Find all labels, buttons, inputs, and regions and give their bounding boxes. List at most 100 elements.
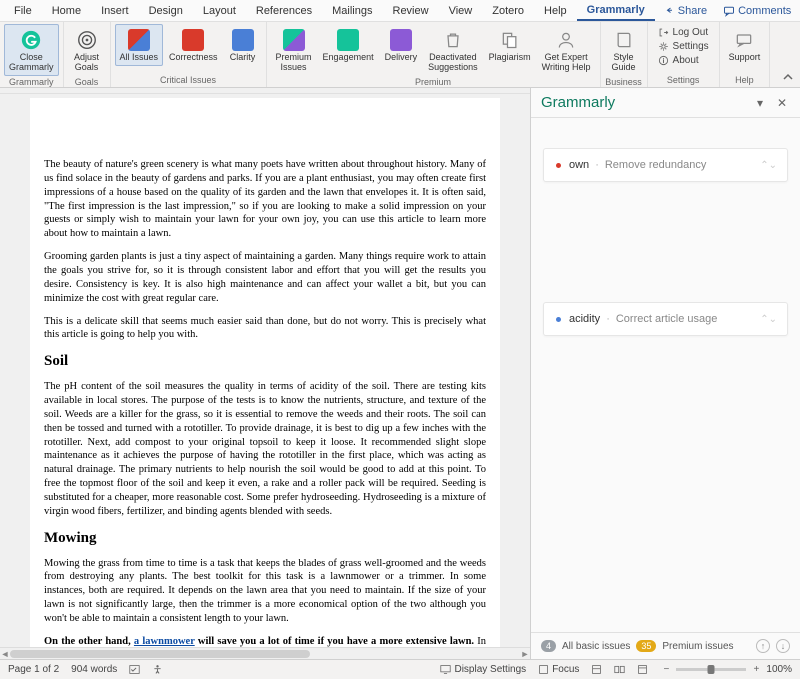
group-label: Grammarly [4, 76, 59, 89]
zoom-out-button[interactable]: − [660, 664, 672, 675]
paragraph[interactable]: The pH content of the soil measures the … [44, 380, 486, 519]
pane-close-button[interactable]: ✕ [774, 95, 790, 111]
chevron-up-icon [782, 71, 794, 83]
premium-icon [282, 28, 306, 52]
engagement-button[interactable]: Engagement [318, 24, 379, 66]
ribbon-collapse-button[interactable] [776, 22, 800, 87]
style-guide-button[interactable]: Style Guide [605, 24, 643, 76]
heading-mowing[interactable]: Mowing [44, 529, 486, 549]
tab-home[interactable]: Home [42, 2, 91, 20]
paragraph[interactable]: Grooming garden plants is just a tiny as… [44, 250, 486, 305]
scroll-right-icon[interactable]: ► [520, 649, 530, 659]
paragraph[interactable]: The beauty of nature's green scenery is … [44, 158, 486, 241]
scroll-thumb[interactable] [10, 650, 310, 658]
adjust-goals-button[interactable]: Adjust Goals [68, 24, 106, 76]
grammarly-logo-icon [19, 28, 43, 52]
read-mode-icon [614, 664, 625, 675]
comments-button[interactable]: Comments [715, 2, 799, 20]
pane-title: Grammarly [541, 94, 615, 111]
page-surface[interactable]: The beauty of nature's green scenery is … [0, 94, 530, 647]
premium-issues-label[interactable]: Premium issues [662, 641, 733, 652]
clarity-icon [231, 28, 255, 52]
issue-dot-icon [556, 317, 561, 322]
group-label: Premium [271, 76, 596, 89]
tab-mailings[interactable]: Mailings [322, 2, 382, 20]
view-print-button[interactable] [591, 664, 602, 675]
tab-view[interactable]: View [439, 2, 483, 20]
print-layout-icon [591, 664, 602, 675]
group-label: Critical Issues [115, 74, 262, 87]
display-settings-button[interactable]: Display Settings [440, 664, 526, 675]
about-button[interactable]: About [656, 54, 711, 67]
tab-insert[interactable]: Insert [91, 2, 139, 20]
document-page[interactable]: The beauty of nature's green scenery is … [30, 98, 500, 647]
view-read-button[interactable] [614, 664, 625, 675]
pane-options-button[interactable]: ▾ [752, 95, 768, 111]
heading-soil[interactable]: Soil [44, 352, 486, 372]
zoom-value[interactable]: 100% [766, 664, 792, 675]
share-icon [663, 5, 675, 17]
plagiarism-button[interactable]: Plagiarism [484, 24, 536, 66]
basic-count-badge: 4 [541, 640, 556, 652]
lawnmower-link[interactable]: a lawnmower [134, 636, 195, 647]
support-icon [732, 28, 756, 52]
tab-design[interactable]: Design [139, 2, 193, 20]
logout-button[interactable]: Log Out [656, 26, 711, 39]
paragraph[interactable]: Mowing the grass from time to time is a … [44, 557, 486, 626]
delivery-button[interactable]: Delivery [380, 24, 423, 66]
all-issues-button[interactable]: All Issues [115, 24, 164, 66]
zoom-slider[interactable] [676, 668, 746, 671]
issue-desc: Remove redundancy [605, 159, 707, 171]
chevron-icon: ⌃⌄ [760, 160, 777, 171]
tab-file[interactable]: File [4, 2, 42, 20]
plagiarism-icon [498, 28, 522, 52]
tab-grammarly[interactable]: Grammarly [577, 1, 655, 21]
zoom-control[interactable]: − + 100% [660, 664, 792, 675]
issue-card-acidity[interactable]: acidity · Correct article usage ⌃⌄ [543, 302, 788, 336]
tab-layout[interactable]: Layout [193, 2, 246, 20]
accessibility-status[interactable] [152, 664, 163, 675]
focus-button[interactable]: Focus [538, 664, 579, 675]
issue-word: own [569, 159, 589, 171]
status-bar: Page 1 of 2 904 words Display Settings F… [0, 659, 800, 679]
support-button[interactable]: Support [724, 24, 766, 66]
zoom-in-button[interactable]: + [750, 664, 762, 675]
horizontal-scrollbar[interactable]: ◄ ► [0, 647, 530, 659]
issue-desc: Correct article usage [616, 313, 718, 325]
expert-help-button[interactable]: Get Expert Writing Help [537, 24, 596, 76]
word-count[interactable]: 904 words [71, 664, 117, 675]
tab-zotero[interactable]: Zotero [482, 2, 534, 20]
ribbon-group-goals: Adjust Goals Goals [64, 22, 111, 87]
settings-button[interactable]: Settings [656, 40, 711, 53]
tab-help[interactable]: Help [534, 2, 577, 20]
scroll-down-button[interactable]: ↓ [776, 639, 790, 653]
paragraph[interactable]: On the other hand, a lawnmower will save… [44, 635, 486, 647]
deactivated-button[interactable]: Deactivated Suggestions [423, 24, 483, 76]
scroll-left-icon[interactable]: ◄ [0, 649, 10, 659]
document-area: The beauty of nature's green scenery is … [0, 88, 530, 659]
book-icon [612, 28, 636, 52]
issue-word: acidity [569, 313, 600, 325]
basic-issues-label[interactable]: All basic issues [562, 641, 630, 652]
tab-references[interactable]: References [246, 2, 322, 20]
spellcheck-status[interactable] [129, 664, 140, 675]
close-grammarly-button[interactable]: Close Grammarly [4, 24, 59, 76]
clarity-button[interactable]: Clarity [224, 24, 262, 66]
issue-card-own[interactable]: own · Remove redundancy ⌃⌄ [543, 148, 788, 182]
trash-icon [441, 28, 465, 52]
paragraph[interactable]: This is a delicate skill that seems much… [44, 315, 486, 343]
zoom-knob[interactable] [708, 665, 715, 674]
web-layout-icon [637, 664, 648, 675]
view-web-button[interactable] [637, 664, 648, 675]
share-button[interactable]: Share [655, 2, 715, 20]
premium-issues-button[interactable]: Premium Issues [271, 24, 317, 76]
correctness-button[interactable]: Correctness [164, 24, 223, 66]
tab-review[interactable]: Review [383, 2, 439, 20]
ribbon-group-help: Support Help [720, 22, 771, 87]
delivery-icon [389, 28, 413, 52]
scroll-up-button[interactable]: ↑ [756, 639, 770, 653]
page-indicator[interactable]: Page 1 of 2 [8, 664, 59, 675]
comment-icon [723, 5, 735, 17]
spellcheck-icon [129, 664, 140, 675]
logout-icon [658, 27, 669, 38]
